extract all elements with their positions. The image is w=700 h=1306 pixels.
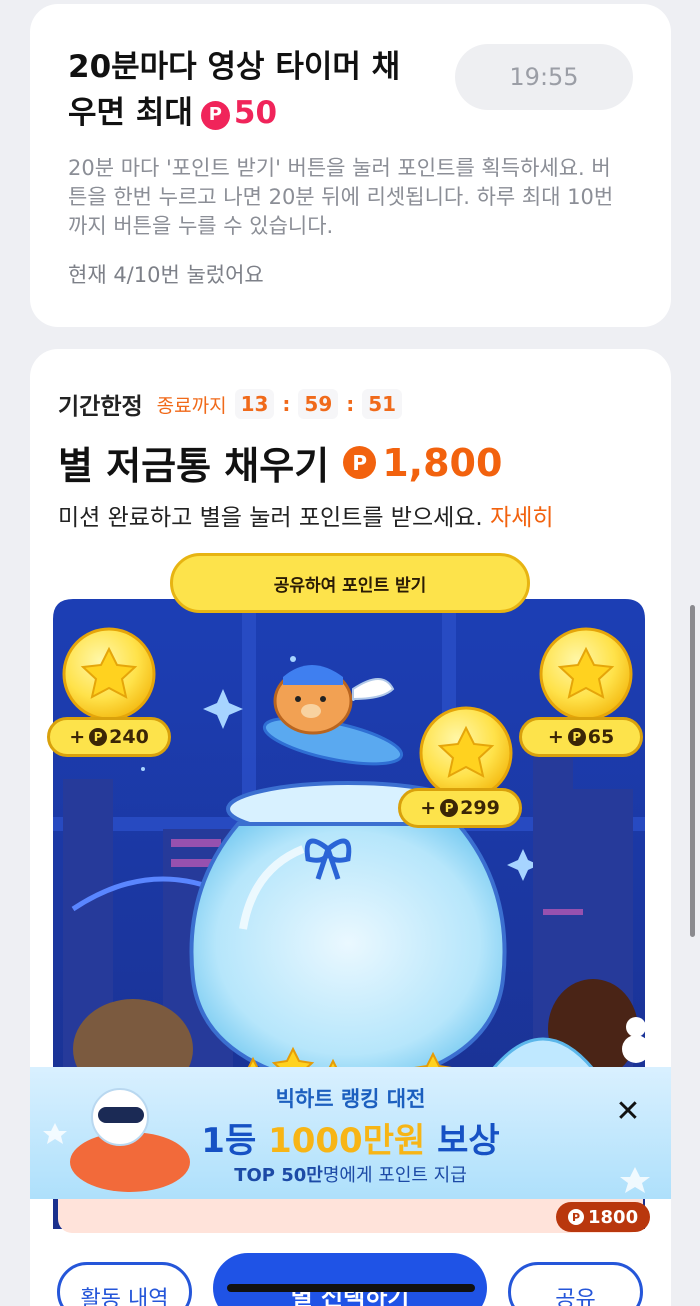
select-star-button[interactable]: 별 선택하기 xyxy=(213,1253,487,1306)
countdown-minutes: 59 xyxy=(298,389,339,419)
reward-plus: + xyxy=(69,726,86,748)
countdown-hours: 13 xyxy=(234,389,275,419)
star-coin-right[interactable] xyxy=(539,627,633,721)
reward-plus: + xyxy=(547,726,564,748)
title-line-2: 우면 최대 xyxy=(68,95,193,131)
activity-history-button[interactable]: 활동 내역 xyxy=(57,1262,192,1306)
timer-card-title: 20분마다 영상 타이머 채 우면 최대 P 50 xyxy=(68,44,448,136)
foot-text: 명에게 포인트 지급 xyxy=(322,1165,467,1186)
reward-value: 240 xyxy=(109,726,149,748)
title-text: 별 저금통 채우기 xyxy=(58,444,330,488)
points-icon: P xyxy=(200,100,230,130)
glass-jar xyxy=(189,781,507,1092)
points-icon: P xyxy=(568,1209,584,1225)
max-points: 50 xyxy=(233,95,278,131)
title-line-1: 20분마다 영상 타이머 채 xyxy=(68,49,401,85)
banner-subtitle: 빅하트 랭킹 대전 xyxy=(275,1087,426,1111)
home-indicator xyxy=(227,1284,475,1292)
ends-label: 종료까지 xyxy=(156,394,227,417)
points-icon: P xyxy=(440,799,459,817)
detail-link[interactable]: 자세히 xyxy=(490,505,553,531)
reward-value: 65 xyxy=(587,726,615,748)
limited-time-row: 기간한정 종료까지 13 : 59 : 51 xyxy=(58,387,403,421)
mission-text: 미션 완료하고 별을 눌러 포인트를 받으세요. 자세히 xyxy=(58,498,554,532)
reward-value: 299 xyxy=(460,797,500,819)
reward-pill-299[interactable]: + P 299 xyxy=(398,788,522,828)
points-icon: P xyxy=(89,728,108,746)
limited-label: 기간한정 xyxy=(58,394,143,420)
ranking-promo-banner[interactable]: 빅하트 랭킹 대전 1등 1000만원 보상 TOP 50만명에게 포인트 지급… xyxy=(30,1067,671,1199)
colon: : xyxy=(282,392,291,416)
press-count: 현재 4/10번 눌렀어요 xyxy=(68,263,264,287)
share-points-bubble[interactable]: 공유하여 포인트 받기 xyxy=(170,553,530,613)
headline-amount: 1000만원 xyxy=(268,1121,426,1161)
reward-plus: + xyxy=(420,797,437,819)
reward-pill-65[interactable]: + P 65 xyxy=(519,717,643,757)
close-icon[interactable]: ✕ xyxy=(613,1097,643,1127)
mission-description: 미션 완료하고 별을 눌러 포인트를 받으세요. xyxy=(58,505,483,531)
banner-headline: 1등 1000만원 보상 xyxy=(30,1113,671,1162)
banner-footnote: TOP 50만명에게 포인트 지급 xyxy=(30,1161,671,1187)
star-piggybank-card: 기간한정 종료까지 13 : 59 : 51 별 저금통 채우기 P 1,800… xyxy=(30,349,671,1306)
stacked-total-value: 1800 xyxy=(588,1206,639,1228)
timer-button[interactable]: 19:55 xyxy=(455,44,633,110)
headline-prefix: 1등 xyxy=(201,1121,257,1161)
reward-pill-240[interactable]: + P 240 xyxy=(47,717,171,757)
star-coin-left[interactable] xyxy=(62,627,156,721)
points-icon: P xyxy=(567,728,586,746)
points-icon: P xyxy=(343,446,377,479)
share-button[interactable]: 공유 xyxy=(508,1262,643,1306)
total-points: 1,800 xyxy=(382,440,503,485)
stacked-total-badge: P 1800 xyxy=(556,1202,651,1232)
video-timer-card: 20분마다 영상 타이머 채 우면 최대 P 50 19:55 20분 마다 '포인… xyxy=(30,4,671,327)
foot-highlight: TOP 50만 xyxy=(234,1165,323,1186)
headline-suffix: 보상 xyxy=(437,1121,500,1161)
star-coin-center[interactable] xyxy=(419,706,513,800)
timer-description: 20분 마다 '포인트 받기' 버튼을 눌러 포인트를 획득하세요. 버튼을 한… xyxy=(68,156,614,238)
countdown-seconds: 51 xyxy=(362,389,403,419)
piggybank-title: 별 저금통 채우기 P 1,800 xyxy=(58,435,502,490)
colon: : xyxy=(346,392,355,416)
scrollbar[interactable] xyxy=(690,605,695,937)
